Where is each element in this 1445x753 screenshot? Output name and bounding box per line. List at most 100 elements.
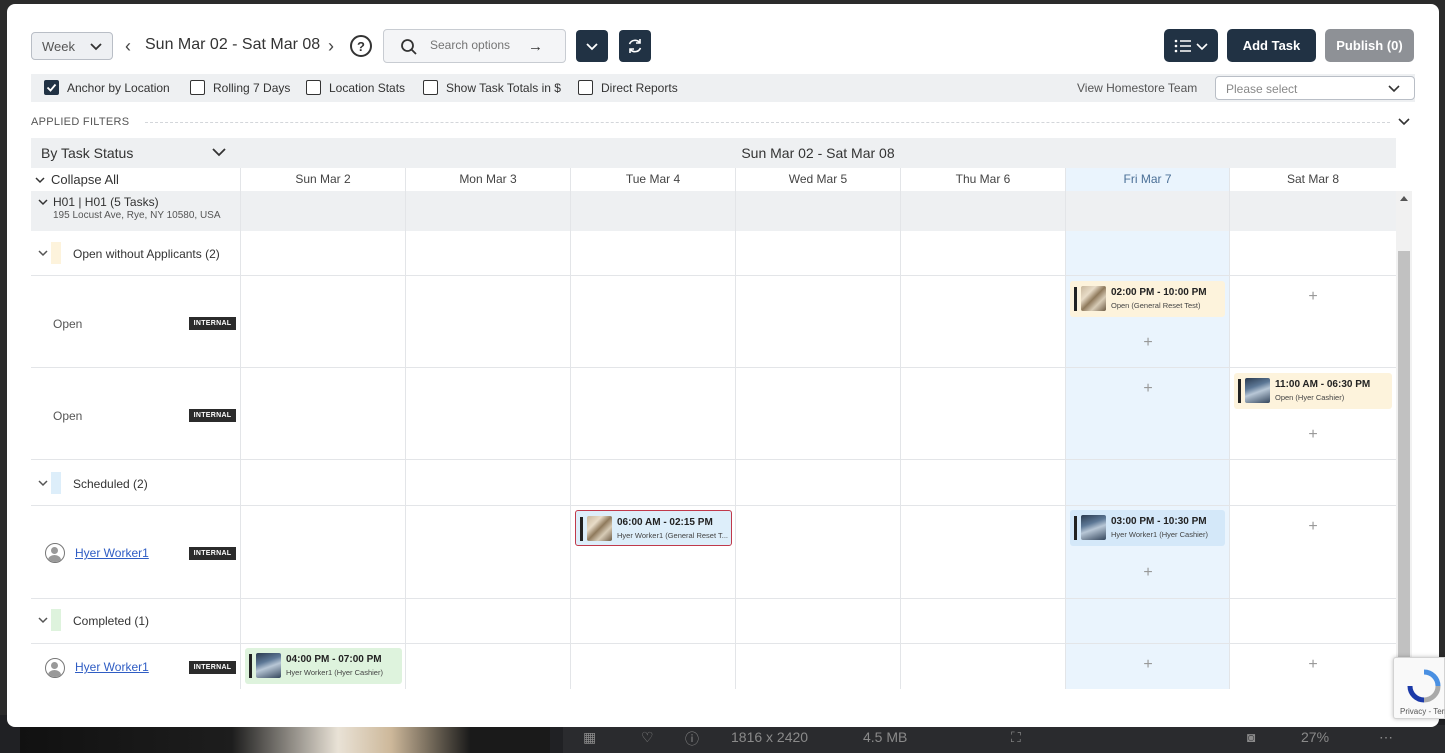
- rolling-7-days-checkbox[interactable]: [190, 80, 205, 95]
- location-stats-checkbox[interactable]: [306, 80, 321, 95]
- zoom-level[interactable]: 27%: [1301, 729, 1329, 745]
- avatar: [45, 543, 65, 563]
- direct-reports-label: Direct Reports: [601, 80, 678, 95]
- task-thumbnail: [1081, 515, 1106, 540]
- grid-line: [1065, 191, 1066, 689]
- add-task-button[interactable]: Add Task: [1227, 29, 1316, 62]
- group-by-select[interactable]: By Task Status: [31, 138, 240, 168]
- date-range: Sun Mar 02 - Sat Mar 08: [145, 36, 321, 53]
- add-task-cell-button[interactable]: +: [1140, 380, 1156, 398]
- arrow-right-icon[interactable]: →: [528, 38, 543, 55]
- task-card[interactable]: 11:00 AM - 06:30 PM Open (Hyer Cashier): [1234, 373, 1392, 409]
- task-card[interactable]: 03:00 PM - 10:30 PM Hyer Worker1 (Hyer C…: [1070, 510, 1225, 546]
- add-task-cell-button[interactable]: +: [1305, 426, 1321, 444]
- direct-reports-checkbox[interactable]: [578, 80, 593, 95]
- add-task-cell-button[interactable]: +: [1140, 656, 1156, 674]
- scroll-up-icon[interactable]: [1400, 196, 1408, 201]
- worker-link[interactable]: Hyer Worker1: [75, 660, 149, 674]
- show-task-totals-label: Show Task Totals in $: [446, 80, 561, 95]
- task-time: 02:00 PM - 10:00 PM: [1111, 287, 1207, 298]
- chevron-down-icon[interactable]: [38, 249, 48, 257]
- task-time: 06:00 AM - 02:15 PM: [617, 517, 713, 528]
- schedule-modal: Week ‹ Sun Mar 02 - Sat Mar 08 › ? → Add…: [7, 4, 1439, 727]
- internal-badge: INTERNAL: [189, 409, 236, 422]
- search-box[interactable]: →: [383, 29, 566, 63]
- task-card[interactable]: 04:00 PM - 07:00 PM Hyer Worker1 (Hyer C…: [245, 648, 402, 684]
- add-task-cell-button[interactable]: +: [1305, 288, 1321, 306]
- task-card[interactable]: 02:00 PM - 10:00 PM Open (General Reset …: [1070, 281, 1225, 317]
- search-icon: [401, 39, 417, 55]
- expand-search-button[interactable]: [576, 30, 608, 62]
- chevron-down-icon: [212, 148, 226, 157]
- worker-link[interactable]: Hyer Worker1: [75, 546, 149, 560]
- section-completed-label: Completed (1): [73, 614, 150, 628]
- internal-badge: INTERNAL: [189, 547, 236, 560]
- chevron-down-icon: [1196, 42, 1208, 50]
- add-task-cell-button[interactable]: +: [1140, 564, 1156, 582]
- location-stats-label: Location Stats: [329, 80, 406, 95]
- scheduled-status-swatch: [51, 472, 61, 494]
- anchor-by-location-label: Anchor by Location: [67, 80, 170, 95]
- show-task-totals-checkbox[interactable]: [423, 80, 438, 95]
- options-bar: Anchor by Location Rolling 7 Days Locati…: [31, 74, 1415, 102]
- heart-icon[interactable]: ♡: [641, 729, 654, 746]
- row-label-open: Open: [53, 317, 83, 331]
- add-task-cell-button[interactable]: +: [1140, 334, 1156, 352]
- rolling-7-days-option[interactable]: Rolling 7 Days: [190, 80, 290, 95]
- internal-badge: INTERNAL: [189, 661, 236, 674]
- screenshot-icon[interactable]: ◙: [1247, 729, 1255, 745]
- grid-line: [405, 191, 406, 689]
- location-stats-option[interactable]: Location Stats: [306, 80, 405, 95]
- view-mode-value: Week: [42, 38, 75, 54]
- task-description: Hyer Worker1 (Hyer Cashier): [286, 668, 383, 677]
- recaptcha-text[interactable]: Privacy - Terms: [1400, 707, 1445, 716]
- show-task-totals-option[interactable]: Show Task Totals in $: [423, 80, 561, 95]
- highlighted-day-column: [1065, 168, 1229, 689]
- row-divider: [31, 643, 1396, 644]
- team-select[interactable]: Please select: [1215, 76, 1415, 100]
- task-thumbnail: [587, 516, 612, 541]
- anchor-by-location-checkbox[interactable]: [44, 80, 59, 95]
- chevron-down-icon[interactable]: [38, 479, 48, 487]
- task-time: 11:00 AM - 06:30 PM: [1275, 379, 1371, 390]
- day-header-sun: Sun Mar 2: [240, 168, 405, 191]
- grid-line: [735, 191, 736, 689]
- recaptcha-badge[interactable]: Privacy - Terms: [1393, 657, 1445, 719]
- search-input[interactable]: [430, 38, 530, 52]
- chevron-down-icon[interactable]: [1397, 116, 1411, 128]
- more-icon[interactable]: ⋯: [1379, 729, 1393, 746]
- collapse-all-button[interactable]: Collapse All: [35, 172, 119, 187]
- task-thumbnail: [1245, 378, 1270, 403]
- info-icon[interactable]: ⓘ: [685, 729, 699, 749]
- chevron-down-icon: [35, 176, 45, 183]
- grid-line: [240, 191, 241, 689]
- publish-button[interactable]: Publish (0): [1325, 29, 1414, 62]
- help-icon[interactable]: ?: [350, 35, 372, 57]
- row-divider: [31, 459, 1396, 460]
- direct-reports-option[interactable]: Direct Reports: [578, 80, 678, 95]
- previous-week-icon[interactable]: ‹: [125, 36, 131, 57]
- task-thumbnail: [256, 653, 281, 678]
- day-header-mon: Mon Mar 3: [405, 168, 570, 191]
- chevron-down-icon[interactable]: [38, 616, 48, 624]
- add-task-cell-button[interactable]: +: [1305, 518, 1321, 536]
- next-week-icon[interactable]: ›: [328, 36, 334, 57]
- refresh-button[interactable]: [619, 30, 651, 62]
- task-description: Hyer Worker1 (Hyer Cashier): [1111, 530, 1208, 539]
- task-time: 04:00 PM - 07:00 PM: [286, 654, 382, 665]
- task-description: Open (Hyer Cashier): [1275, 393, 1345, 402]
- fit-icon[interactable]: ⛶: [1011, 729, 1021, 746]
- list-view-button[interactable]: [1164, 29, 1218, 62]
- task-card[interactable]: 06:00 AM - 02:15 PM Hyer Worker1 (Genera…: [575, 510, 732, 546]
- avatar: [45, 658, 65, 678]
- chevron-down-icon[interactable]: [38, 198, 48, 206]
- scrollbar-thumb[interactable]: [1398, 251, 1410, 689]
- applied-filters-divider: [145, 122, 1390, 123]
- grid-line: [900, 191, 901, 689]
- add-task-cell-button[interactable]: +: [1305, 656, 1321, 674]
- task-time: 03:00 PM - 10:30 PM: [1111, 516, 1207, 527]
- anchor-by-location-option[interactable]: Anchor by Location: [44, 80, 170, 95]
- view-mode-select[interactable]: Week: [31, 32, 113, 60]
- task-description: Open (General Reset Test): [1111, 301, 1201, 310]
- grid-icon[interactable]: ▦: [583, 729, 596, 746]
